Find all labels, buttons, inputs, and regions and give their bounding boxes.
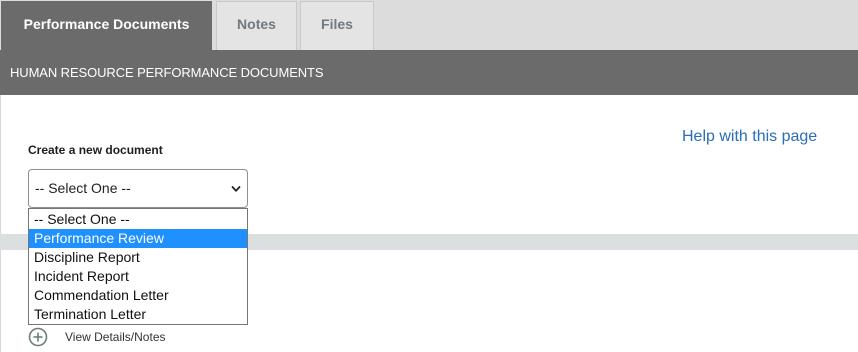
tab-notes[interactable]: Notes — [216, 1, 297, 50]
option-termination-letter[interactable]: Termination Letter — [29, 305, 247, 324]
tab-bar: Performance Documents Notes Files — [0, 0, 858, 50]
select-value: -- Select One -- — [35, 180, 131, 196]
plus-circle-icon — [28, 327, 48, 347]
section-header: HUMAN RESOURCE PERFORMANCE DOCUMENTS — [0, 50, 858, 95]
view-details-label: View Details/Notes — [65, 330, 166, 344]
option-performance-review[interactable]: Performance Review — [29, 229, 247, 248]
option-select-one[interactable]: -- Select One -- — [29, 210, 247, 229]
document-type-options: -- Select One -- Performance Review Disc… — [28, 208, 248, 325]
tab-performance-documents[interactable]: Performance Documents — [1, 1, 212, 50]
chevron-down-icon — [231, 186, 241, 192]
option-commendation-letter[interactable]: Commendation Letter — [29, 286, 247, 305]
option-discipline-report[interactable]: Discipline Report — [29, 248, 247, 267]
option-incident-report[interactable]: Incident Report — [29, 267, 247, 286]
view-details-toggle[interactable]: View Details/Notes — [28, 325, 166, 349]
help-link[interactable]: Help with this page — [682, 128, 817, 146]
document-type-select[interactable]: -- Select One -- — [28, 169, 248, 208]
tab-files[interactable]: Files — [300, 1, 374, 50]
create-document-label: Create a new document — [28, 143, 163, 157]
